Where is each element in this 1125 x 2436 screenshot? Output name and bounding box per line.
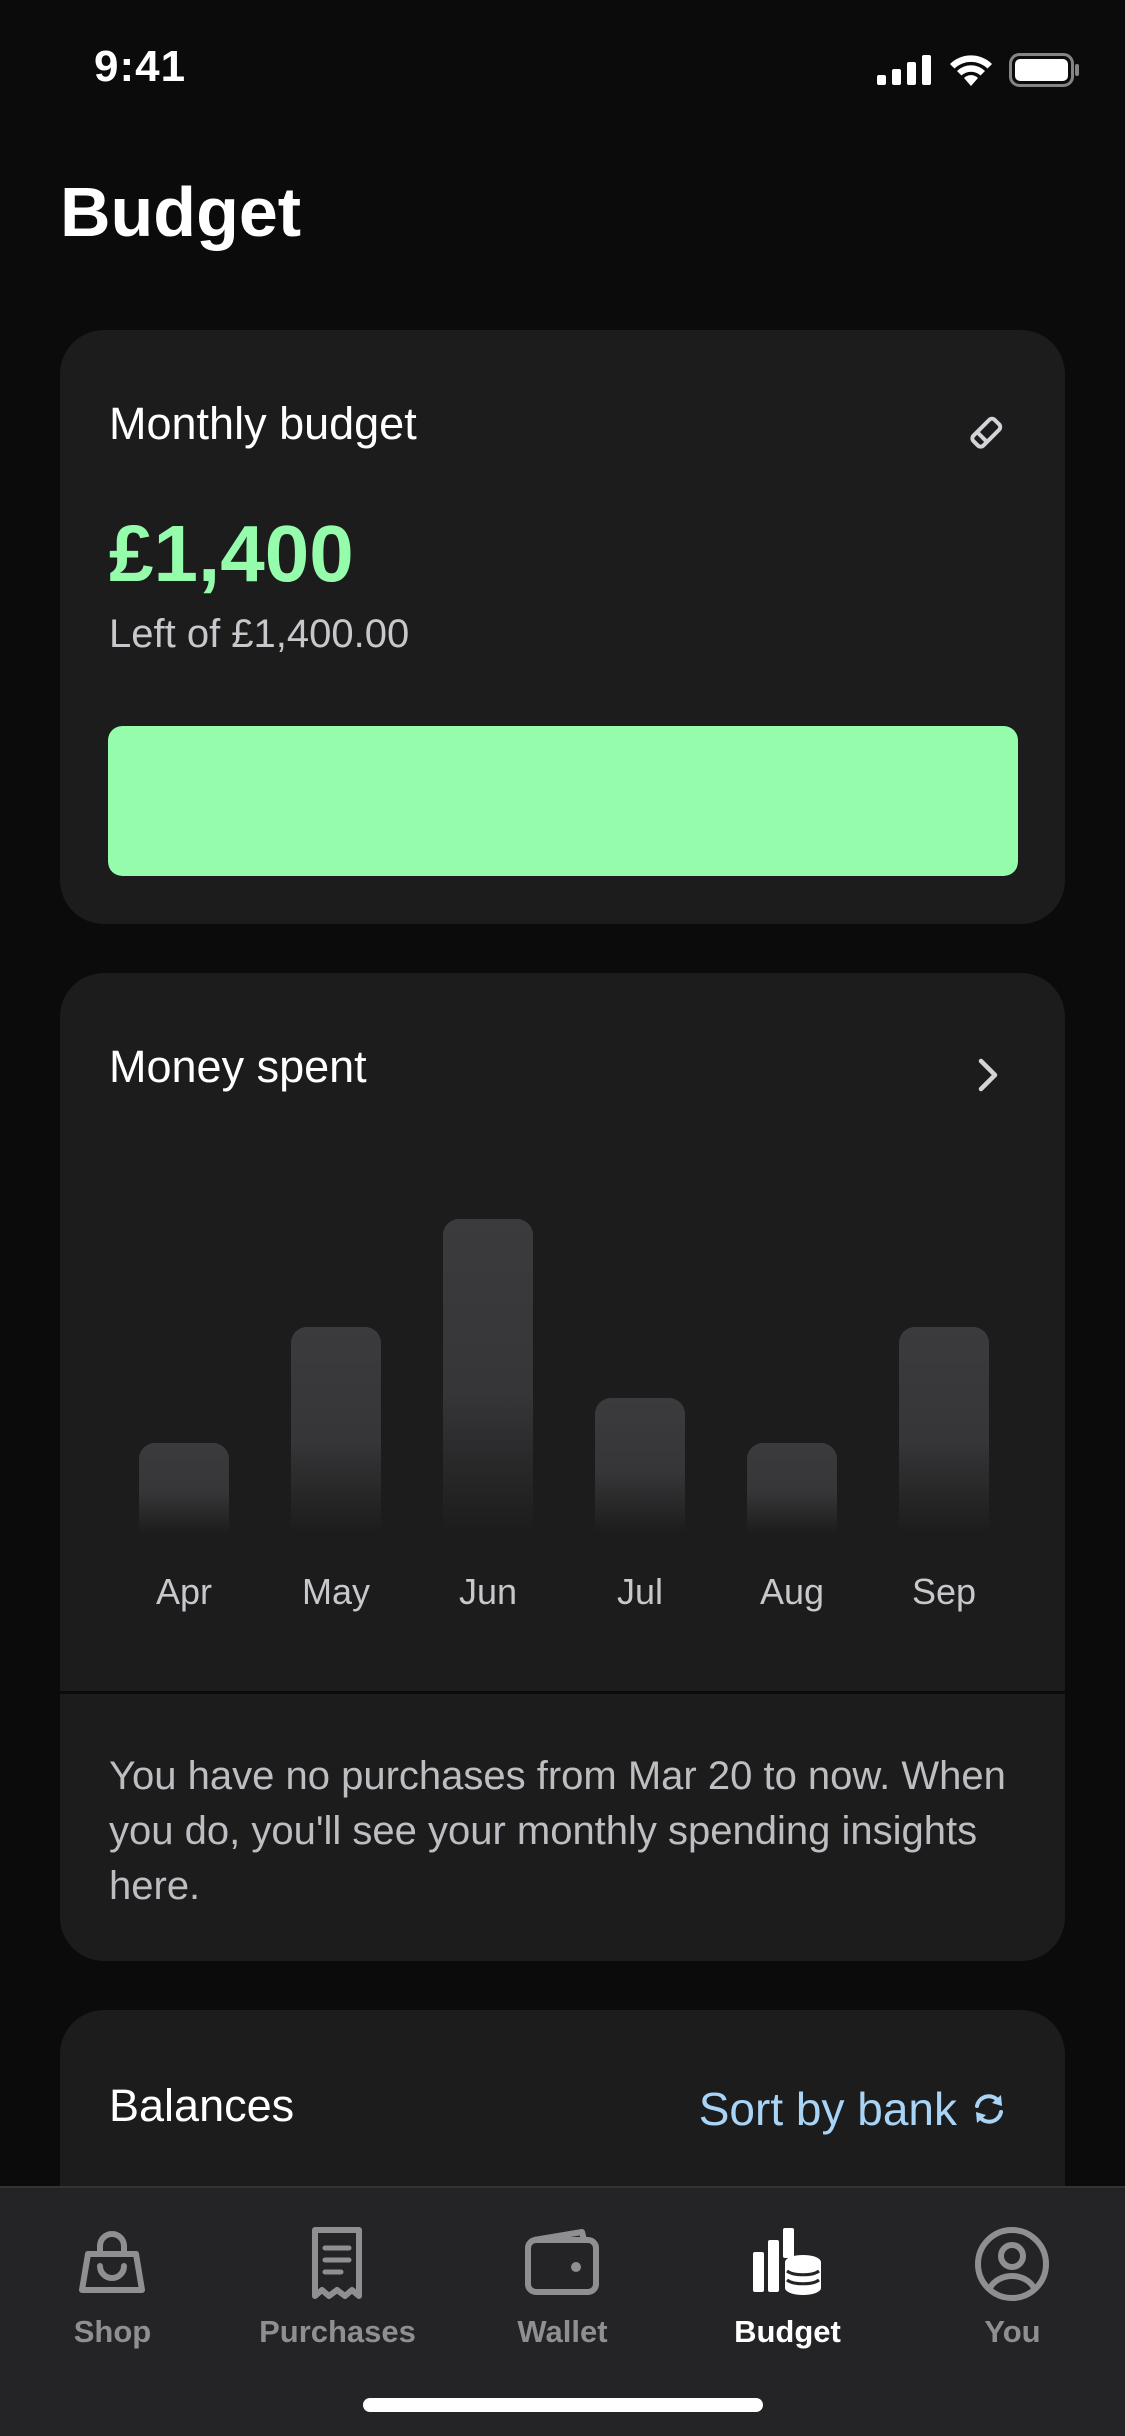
tab-shop[interactable]: Shop xyxy=(0,2208,225,2358)
tab-purchases-label: Purchases xyxy=(259,2314,416,2349)
spending-bar-chart: Apr May Jun Jul Aug Sep xyxy=(60,973,1065,1673)
tab-wallet[interactable]: Wallet xyxy=(450,2208,675,2358)
sync-icon xyxy=(975,2094,1003,2124)
shopping-bag-icon xyxy=(79,2231,145,2293)
battery-icon xyxy=(1009,53,1079,87)
chart-label-aug: Aug xyxy=(759,1571,825,1612)
signal-icon xyxy=(877,55,931,85)
money-spent-card[interactable]: Money spent Apr May Jun Jul Aug Sep You have … xyxy=(60,973,1065,1961)
tab-budget[interactable]: Budget xyxy=(675,2208,900,2358)
status-icons xyxy=(877,50,1081,90)
home-indicator xyxy=(363,2398,763,2412)
tab-wallet-label: Wallet xyxy=(517,2314,608,2349)
chart-label-jun: Jun xyxy=(458,1571,518,1612)
budget-progress-bar xyxy=(108,726,1018,876)
chart-bar-may xyxy=(291,1327,381,1533)
tab-purchases[interactable]: Purchases xyxy=(225,2208,450,2358)
wallet-icon xyxy=(525,2229,599,2295)
card-divider xyxy=(60,1691,1065,1694)
profile-icon xyxy=(975,2227,1049,2301)
chart-label-jul: Jul xyxy=(616,1571,664,1612)
no-purchases-message: You have no purchases from Mar 20 to now… xyxy=(109,1754,1006,1908)
chart-bar-sep xyxy=(899,1327,989,1533)
status-bar: 9:41 xyxy=(0,0,1125,140)
monthly-budget-title: Monthly budget xyxy=(109,398,417,449)
monthly-budget-card: Monthly budget £1,400 Left of £1,400.00 xyxy=(60,330,1065,924)
chart-label-sep: Sep xyxy=(911,1571,977,1612)
tab-you-label: You xyxy=(984,2314,1041,2349)
budget-amount: £1,400 xyxy=(109,509,354,598)
pencil-icon[interactable] xyxy=(965,410,1009,454)
budget-left-text: Left of £1,400.00 xyxy=(109,612,410,656)
chart-label-apr: Apr xyxy=(155,1571,213,1612)
wifi-icon xyxy=(950,55,992,86)
page-title: Budget xyxy=(60,173,302,251)
budget-chart-icon xyxy=(753,2228,821,2295)
chart-bar-aug xyxy=(747,1443,837,1533)
sort-by-bank-label: Sort by bank xyxy=(698,2083,957,2135)
tab-shop-label: Shop xyxy=(73,2314,152,2349)
chart-label-may: May xyxy=(301,1571,370,1612)
chart-bar-jul xyxy=(595,1398,685,1533)
sort-by-bank-button[interactable]: Sort by bank xyxy=(699,2082,1007,2136)
chart-bar-jun xyxy=(443,1219,533,1533)
balances-title: Balances xyxy=(109,2080,295,2131)
receipt-icon xyxy=(312,2227,362,2299)
chart-bar-apr xyxy=(139,1443,229,1533)
tab-you[interactable]: You xyxy=(900,2208,1125,2358)
budget-progress-fill xyxy=(108,726,1018,876)
tab-budget-label: Budget xyxy=(734,2314,841,2349)
status-time: 9:41 xyxy=(94,42,187,91)
